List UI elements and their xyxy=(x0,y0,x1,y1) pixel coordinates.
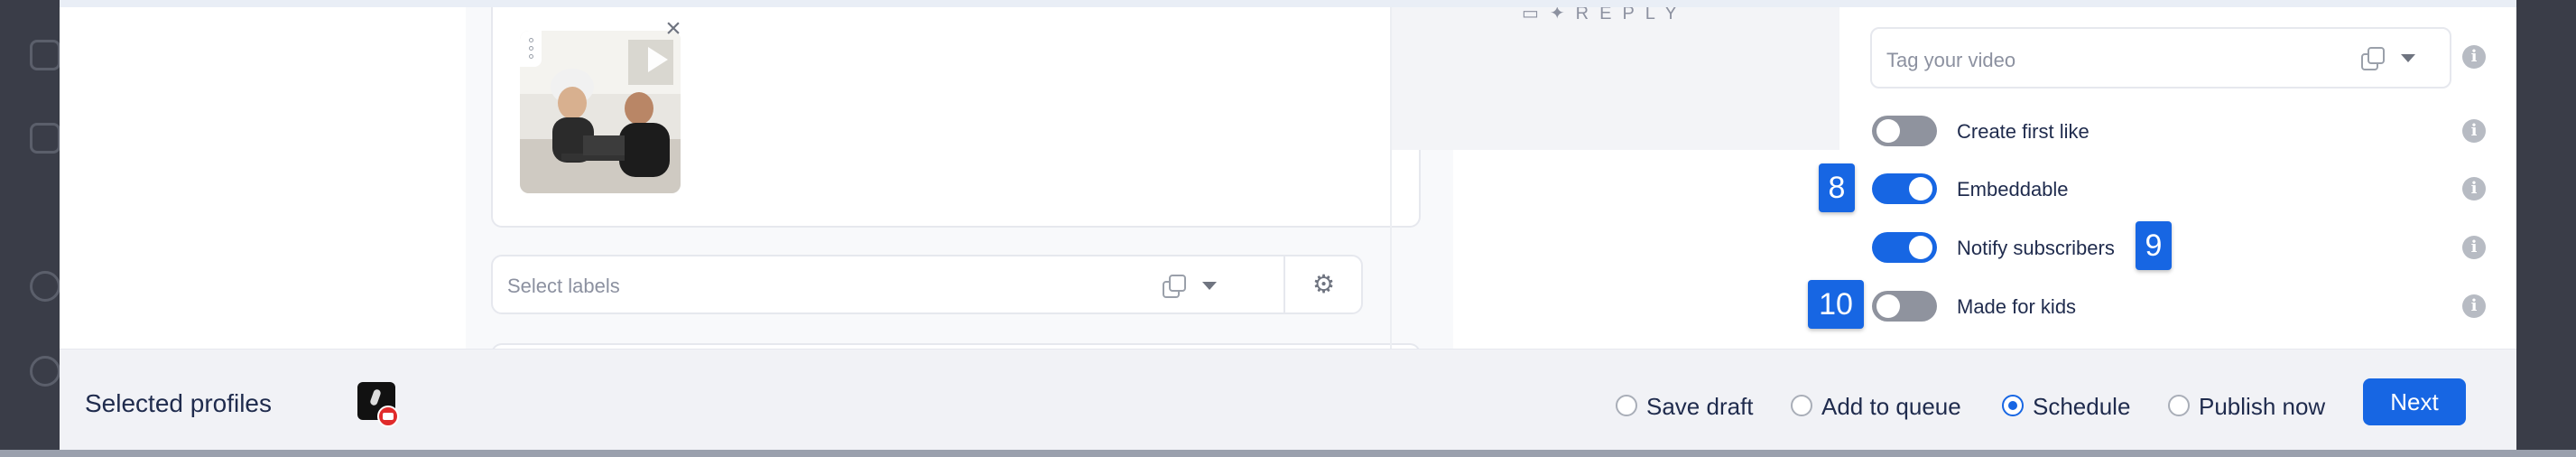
copy-icon[interactable] xyxy=(2361,47,2385,70)
thanks-icon: ✦ xyxy=(1549,7,1576,23)
comment-icon: ▭ xyxy=(1522,7,1550,23)
labels-placeholder: Select labels xyxy=(507,275,620,297)
app-sidebar xyxy=(0,0,60,457)
radio-label: Add to queue xyxy=(1821,393,1961,420)
window-bottom-edge xyxy=(0,450,2576,457)
selected-profiles-title: Selected profiles xyxy=(85,389,273,417)
post-composer-modal: × Select labels ⚙ ▭✦REPLY Tag your video… xyxy=(60,7,2516,450)
radio-button[interactable] xyxy=(1791,395,1812,416)
drag-handle-icon[interactable] xyxy=(520,31,542,67)
radio-button[interactable] xyxy=(2168,395,2190,416)
radio-label: Schedule xyxy=(2033,393,2131,420)
window-top-edge xyxy=(0,0,2576,7)
chevron-down-icon[interactable] xyxy=(2401,54,2415,62)
chevron-down-icon[interactable] xyxy=(1202,282,1217,290)
play-icon[interactable] xyxy=(648,47,668,72)
right-backdrop xyxy=(2516,0,2576,457)
info-icon[interactable]: i xyxy=(2462,45,2486,69)
toggle-switch[interactable] xyxy=(1872,173,1937,204)
youtube-icon xyxy=(377,406,399,427)
preview-actions: ▭✦REPLY xyxy=(1522,7,1688,24)
labels-select[interactable]: Select labels xyxy=(491,255,1285,314)
info-icon[interactable]: i xyxy=(2462,119,2486,143)
close-icon[interactable]: × xyxy=(659,14,688,43)
radio-label: Publish now xyxy=(2199,393,2326,420)
label-settings-button[interactable]: ⚙ xyxy=(1283,255,1363,314)
toggle-label: Embeddable xyxy=(1957,178,2069,201)
preview-area xyxy=(1392,7,1839,150)
tag-video-select[interactable]: Tag your video xyxy=(1870,27,2451,89)
toggle-switch[interactable] xyxy=(1872,116,1937,146)
microphone-icon xyxy=(369,388,382,406)
radio-button[interactable] xyxy=(2002,395,2024,416)
info-icon[interactable]: i xyxy=(2462,236,2486,259)
calendar-icon[interactable] xyxy=(30,40,60,70)
megaphone-icon[interactable] xyxy=(30,123,60,154)
step-marker-10: 10 xyxy=(1808,280,1864,329)
toggle-switch[interactable] xyxy=(1872,232,1937,263)
step-marker-9: 9 xyxy=(2136,221,2172,270)
toggle-label: Made for kids xyxy=(1957,295,2077,318)
reply-label: REPLY xyxy=(1575,7,1688,23)
next-button[interactable]: Next xyxy=(2363,378,2466,425)
add-icon[interactable] xyxy=(30,271,60,302)
toggle-switch[interactable] xyxy=(1872,291,1937,322)
gear-icon: ⚙ xyxy=(1312,270,1336,298)
column-divider xyxy=(1390,7,1392,350)
tag-placeholder: Tag your video xyxy=(1886,49,2016,71)
info-icon[interactable]: i xyxy=(2462,177,2486,201)
composer-footer: Selected profiles Save draft Add to queu… xyxy=(60,349,2516,450)
help-icon[interactable] xyxy=(30,356,60,387)
copy-icon[interactable] xyxy=(1163,275,1186,298)
toggle-label: Create first like xyxy=(1957,120,2090,143)
radio-label: Save draft xyxy=(1646,393,1754,420)
info-icon[interactable]: i xyxy=(2462,294,2486,318)
step-marker-8: 8 xyxy=(1819,163,1855,212)
radio-button[interactable] xyxy=(1616,395,1637,416)
toggle-label: Notify subscribers xyxy=(1957,237,2115,259)
